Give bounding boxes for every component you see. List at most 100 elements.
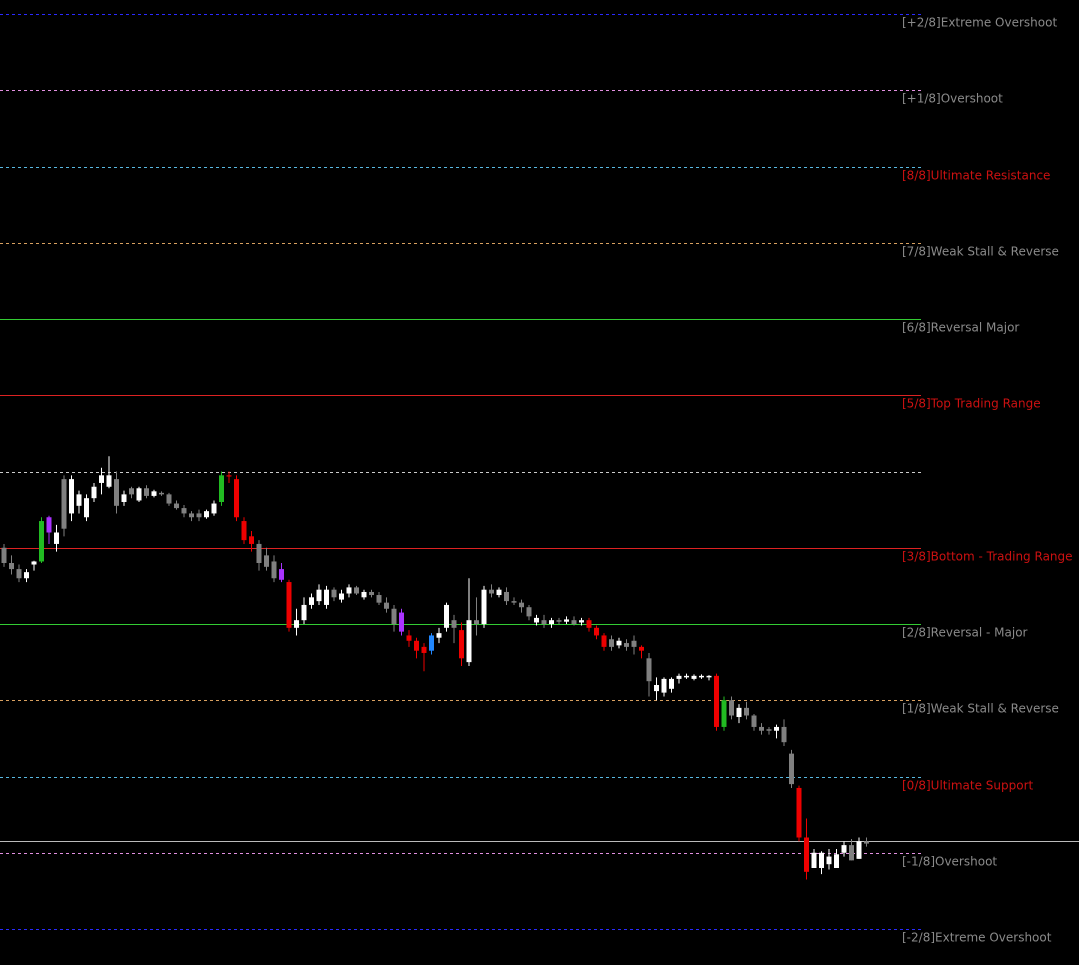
candle-body <box>781 726 787 743</box>
candle <box>669 677 674 693</box>
candle-body <box>751 715 757 727</box>
candle <box>414 637 419 659</box>
candle <box>459 622 464 666</box>
candle <box>691 674 697 681</box>
candle-body <box>796 787 802 838</box>
candle-body <box>714 675 719 727</box>
candle-body <box>106 475 112 487</box>
level-label-11: [-1/8]Overshoot <box>902 855 997 869</box>
level-label-9: [1/8]Weak Stall & Reverse <box>902 702 1059 716</box>
candle-body <box>811 852 817 868</box>
candle <box>324 585 329 609</box>
candle-body <box>421 646 427 653</box>
candle-body <box>211 503 217 514</box>
candle <box>144 485 149 499</box>
candle-body <box>294 620 299 628</box>
candle <box>429 633 434 655</box>
candle <box>391 604 397 632</box>
candle <box>744 701 749 720</box>
candle-body <box>804 837 809 872</box>
candle <box>309 593 314 609</box>
candle <box>99 467 104 495</box>
level-label-3: [7/8]Weak Stall & Reverse <box>902 245 1059 259</box>
candle-body <box>534 617 539 623</box>
candle <box>24 569 29 583</box>
candle-body <box>429 635 434 651</box>
level-label-5: [5/8]Top Trading Range <box>902 397 1041 411</box>
candle <box>316 584 322 605</box>
candlestick-chart: [+2/8]Extreme Overshoot [+1/8]Overshoot [8… <box>0 14 1079 945</box>
candle-body <box>489 589 494 594</box>
candle-body <box>841 845 847 853</box>
candle <box>129 486 134 499</box>
candle <box>436 627 442 644</box>
candle-body <box>571 620 577 624</box>
candle-body <box>706 675 712 678</box>
candle-body <box>1 547 7 563</box>
candle <box>676 673 682 684</box>
candle-body <box>436 633 442 638</box>
candle-body <box>9 563 14 570</box>
candle <box>384 597 389 613</box>
candle <box>196 509 202 522</box>
candle <box>136 486 142 502</box>
candle-body <box>16 569 22 579</box>
candle <box>54 524 59 552</box>
candle-body <box>631 640 637 647</box>
candle-body <box>114 479 119 506</box>
candle-body <box>376 595 382 603</box>
candle-body <box>271 561 277 579</box>
candle <box>39 517 44 563</box>
candle-body <box>474 620 479 624</box>
candle-body <box>369 591 374 596</box>
candle-body <box>241 521 247 541</box>
candle <box>376 591 382 605</box>
candle <box>189 511 194 522</box>
candle <box>466 578 472 666</box>
candle-body <box>579 620 584 623</box>
level-label-8: [2/8]Reversal - Major <box>902 626 1028 640</box>
candle-body <box>819 852 824 868</box>
candle <box>519 599 524 613</box>
candle-body <box>519 602 524 608</box>
candle <box>91 482 97 502</box>
candle-body <box>661 678 667 693</box>
candle-body <box>721 700 727 727</box>
candle <box>31 560 37 571</box>
candle-body <box>151 491 157 496</box>
candle-body <box>339 593 344 600</box>
murrey-level-labels: [+2/8]Extreme Overshoot [+1/8]Overshoot [8… <box>902 16 1073 945</box>
candle-body <box>676 675 682 679</box>
candle <box>271 555 277 583</box>
candle-body <box>76 494 82 506</box>
candle <box>204 509 209 519</box>
candle <box>241 517 247 544</box>
candle <box>166 492 172 506</box>
candle <box>481 585 487 628</box>
candle <box>526 604 532 621</box>
candle-body <box>624 643 629 647</box>
candle <box>286 579 292 632</box>
candle-body <box>481 589 487 624</box>
candle-body <box>121 494 127 502</box>
candle-body <box>286 582 292 628</box>
candle-body <box>54 532 59 544</box>
candle <box>226 471 232 483</box>
candle <box>279 563 284 583</box>
candle-body <box>414 640 419 651</box>
candle <box>534 614 539 626</box>
candle <box>339 589 344 603</box>
candle-body <box>729 700 734 716</box>
candle-body <box>766 729 772 731</box>
candle-body <box>324 589 329 605</box>
candle <box>646 652 652 697</box>
candle-body <box>39 521 44 562</box>
candle-body <box>684 675 689 678</box>
candle-body <box>159 492 164 495</box>
candle-body <box>144 488 149 496</box>
candle <box>729 696 734 720</box>
candle-body <box>99 475 104 483</box>
candle <box>804 818 809 880</box>
candle <box>354 585 359 596</box>
candle <box>181 505 187 518</box>
